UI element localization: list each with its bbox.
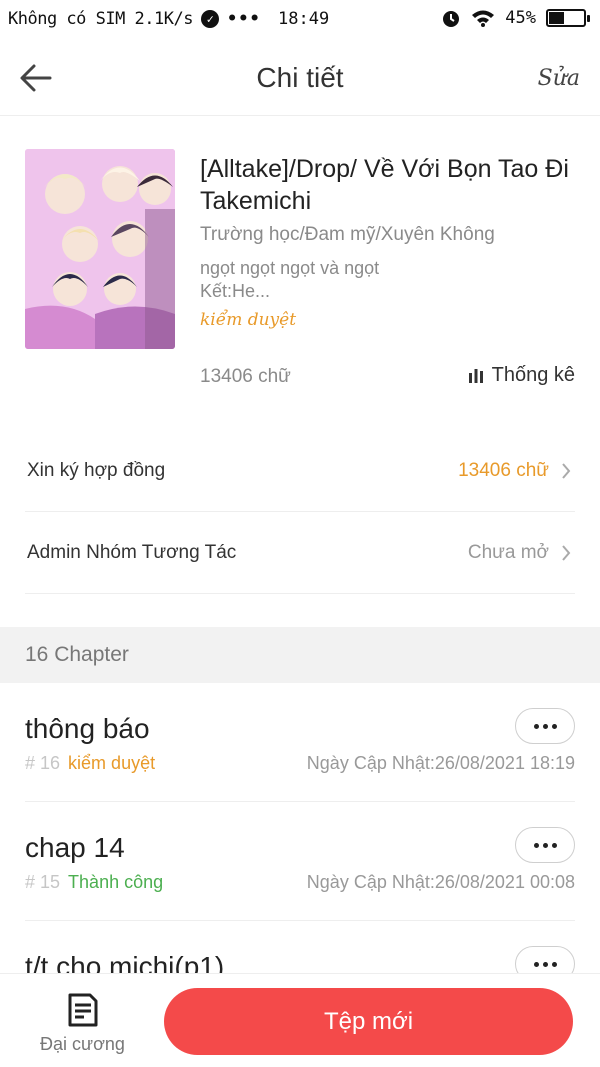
top-app-bar: Chi tiết Sửa — [0, 40, 600, 116]
book-title: [Alltake]/Drop/ Về Với Bọn Tao Đi Takemi… — [200, 155, 569, 215]
chapter-status: Thành công — [68, 872, 164, 892]
chevron-right-icon — [562, 463, 571, 479]
statistics-button[interactable]: Thống kê — [468, 364, 575, 387]
outline-button[interactable]: Đại cương — [30, 992, 135, 1056]
edit-button[interactable]: Sửa — [538, 66, 580, 91]
bottom-bar: Đại cương Tệp mới — [0, 973, 600, 1067]
contract-row[interactable]: Xin ký hợp đồng 13406 chữ — [25, 430, 575, 512]
chapter-item[interactable]: thông báo # 16 kiểm duyệt Ngày Cập Nhật:… — [25, 683, 575, 802]
chapter-item[interactable]: chap 14 # 15 Thành công Ngày Cập Nhật:26… — [25, 802, 575, 921]
chapter-updated-date: Ngày Cập Nhật:26/08/2021 00:08 — [306, 872, 575, 892]
battery-percent: 45% — [505, 8, 536, 28]
battery-fill — [549, 12, 565, 24]
new-chapter-button[interactable]: Tệp mới — [164, 988, 573, 1055]
check-icon: ✓ — [200, 10, 219, 28]
cover-illustration — [25, 149, 175, 349]
statistics-label: Thống kê — [491, 364, 575, 386]
chapter-number: # 15 — [25, 872, 61, 892]
chapter-meta: # 16 kiểm duyệt — [25, 753, 155, 774]
bar-chart-icon — [468, 368, 483, 383]
book-review-status: kiểm duyệt — [200, 310, 297, 330]
contract-value: 13406 chữ — [458, 460, 549, 481]
chapter-meta: # 15 Thành công — [25, 872, 163, 893]
status-right: 45% — [441, 8, 590, 28]
carrier-text: Không có SIM 2.1K/s — [8, 9, 193, 29]
book-info: [Alltake]/Drop/ Về Với Bọn Tao Đi Takemi… — [0, 116, 600, 406]
page-title: Chi tiết — [256, 62, 344, 93]
book-description: ngọt ngọt ngọt và ngọt Kết:He... — [200, 258, 380, 301]
status-left: Không có SIM 2.1K/s ✓ ••• — [8, 9, 261, 29]
more-options-button[interactable] — [515, 708, 575, 744]
alarm-icon — [443, 11, 460, 27]
status-bar: Không có SIM 2.1K/s ✓ ••• 18:49 45% — [0, 0, 600, 40]
wifi-icon — [472, 10, 495, 27]
clock: 18:49 — [278, 9, 330, 29]
outline-document-icon — [68, 993, 97, 1027]
more-options-button[interactable] — [515, 827, 575, 863]
chapter-section-header: 16 Chapter — [0, 627, 600, 683]
admin-group-row[interactable]: Admin Nhóm Tương Tác Chưa mở — [25, 512, 575, 594]
chapter-status: kiểm duyệt — [68, 753, 156, 773]
chevron-right-icon — [562, 545, 571, 561]
admin-group-label: Admin Nhóm Tương Tác — [27, 542, 237, 563]
book-word-count: 13406 chữ — [200, 366, 291, 387]
book-cover-image[interactable] — [25, 149, 175, 349]
book-genres: Trường học/Đam mỹ/Xuyên Không — [200, 224, 495, 245]
more-status-icon: ••• — [226, 9, 261, 29]
outline-label: Đại cương — [40, 1034, 125, 1054]
chapter-title: thông báo — [25, 713, 150, 744]
battery-icon — [546, 9, 590, 27]
contract-label: Xin ký hợp đồng — [27, 460, 166, 481]
chapter-title: chap 14 — [25, 832, 125, 863]
chapter-number: # 16 — [25, 753, 61, 773]
admin-group-value: Chưa mở — [467, 542, 549, 563]
chapter-count: 16 Chapter — [25, 643, 129, 666]
chapter-updated-date: Ngày Cập Nhật:26/08/2021 18:19 — [306, 753, 575, 773]
